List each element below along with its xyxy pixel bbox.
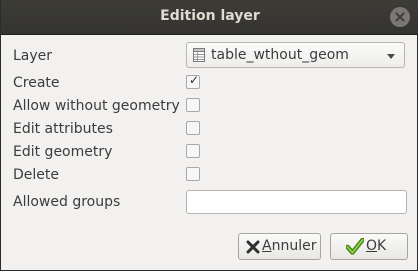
cross-icon (246, 240, 260, 254)
dialog-title: Edition layer (160, 8, 260, 24)
ok-button[interactable]: OK (330, 233, 408, 260)
create-label: Create (13, 75, 60, 91)
delete-checkbox[interactable] (186, 167, 200, 181)
allowed-groups-input[interactable] (186, 190, 407, 214)
close-icon[interactable] (390, 7, 410, 27)
allow-without-geometry-label: Allow without geometry (13, 98, 180, 114)
edit-geometry-checkbox[interactable] (186, 144, 200, 158)
layer-combobox-value: table_wthout_geom (211, 47, 349, 63)
create-checkbox[interactable]: ✓ (186, 73, 200, 89)
layer-label: Layer (13, 48, 53, 64)
table-icon (193, 48, 205, 62)
allow-without-geometry-checkbox[interactable] (186, 98, 200, 112)
delete-label: Delete (13, 167, 59, 183)
layer-combobox[interactable]: table_wthout_geom (186, 42, 405, 68)
title-bar: Edition layer (1, 0, 418, 35)
edit-geometry-label: Edit geometry (13, 144, 113, 160)
cancel-button-label: Annuler (262, 238, 317, 254)
edit-attributes-checkbox[interactable] (186, 121, 200, 135)
edition-layer-dialog: Edition layer Layer table_wthout_geom Cr… (0, 0, 418, 271)
checkmark-icon (346, 238, 364, 255)
edit-attributes-label: Edit attributes (13, 121, 113, 137)
cancel-button[interactable]: Annuler (238, 233, 321, 260)
ok-button-label: OK (366, 238, 387, 254)
checkmark-icon: ✓ (188, 73, 200, 87)
allowed-groups-label: Allowed groups (13, 194, 121, 210)
chevron-down-icon[interactable] (387, 54, 395, 59)
